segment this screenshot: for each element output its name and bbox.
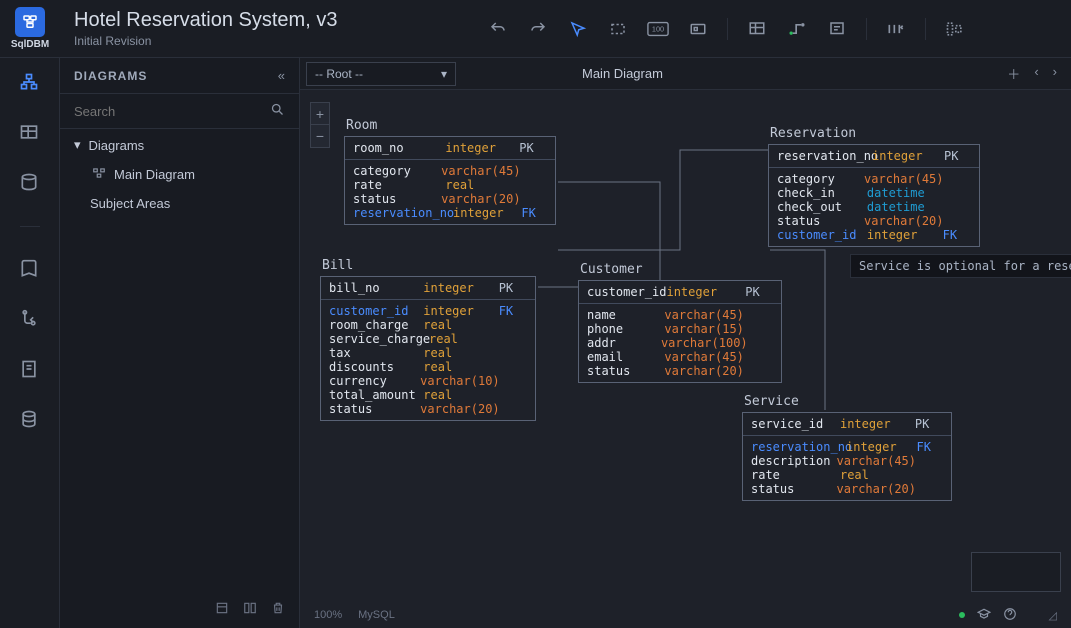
zoom-100-icon[interactable]: 100	[647, 18, 669, 40]
brand-label: SqlDBM	[11, 39, 49, 50]
add-table-icon[interactable]	[746, 18, 768, 40]
resize-handle-icon[interactable]: ◿	[1049, 609, 1057, 622]
zoom-in-button[interactable]: +	[311, 103, 329, 125]
collapse-sidebar-icon[interactable]: «	[278, 68, 285, 83]
table-name: Reservation	[768, 126, 980, 141]
next-tab-icon[interactable]: ›	[1053, 64, 1057, 83]
table-name: Service	[742, 394, 952, 409]
add-tab-icon[interactable]: ＋	[1007, 64, 1020, 83]
table-row: status varchar(20)	[587, 364, 773, 378]
table-row: service_charge real	[329, 332, 527, 346]
undo-icon[interactable]	[487, 18, 509, 40]
table-row: check_out datetime	[777, 200, 971, 214]
tree-root-diagrams[interactable]: ▾ Diagrams	[74, 137, 285, 153]
note-icon[interactable]	[826, 18, 848, 40]
tree-item-label: Main Diagram	[114, 167, 195, 182]
table-row: phone varchar(15)	[587, 322, 773, 336]
svg-text:100: 100	[652, 24, 664, 33]
tree-item-main-diagram[interactable]: Main Diagram	[74, 167, 285, 182]
graduation-icon[interactable]	[977, 607, 991, 624]
relationship-tooltip: Service is optional for a reservati	[850, 254, 1071, 278]
nav-tables-icon[interactable]	[19, 122, 41, 144]
table-row: status varchar(20)	[329, 402, 527, 416]
table-row: customer_id integer PK	[587, 285, 773, 299]
table-row: tax real	[329, 346, 527, 360]
table-customer[interactable]: Customer customer_id integer PK name var…	[578, 262, 782, 383]
zoom-out-button[interactable]: −	[311, 125, 329, 147]
tab-main-diagram[interactable]: Main Diagram	[462, 66, 843, 81]
nav-docs-icon[interactable]	[19, 259, 41, 281]
table-row: reservation_no integer PK	[777, 149, 971, 163]
table-row: customer_id integer FK	[329, 304, 527, 318]
root-dropdown-label: -- Root --	[315, 67, 363, 81]
chevron-down-icon: ▾	[74, 137, 81, 153]
table-row: category varchar(45)	[353, 164, 547, 178]
logo-icon	[15, 7, 45, 37]
table-bill[interactable]: Bill bill_no integer PK customer_id inte…	[320, 258, 536, 421]
table-row: discounts real	[329, 360, 527, 374]
view-options-icon[interactable]	[885, 18, 907, 40]
tree-root-label: Diagrams	[89, 138, 145, 153]
table-row: status varchar(20)	[751, 482, 943, 496]
search-input[interactable]	[74, 104, 244, 119]
sb-footer-icon-1[interactable]	[215, 601, 229, 618]
sb-footer-icon-2[interactable]	[243, 601, 257, 618]
table-row: status varchar(20)	[353, 192, 547, 206]
nav-export-icon[interactable]	[19, 359, 41, 381]
table-row: addr varchar(100)	[587, 336, 773, 350]
table-row: room_charge real	[329, 318, 527, 332]
table-reservation[interactable]: Reservation reservation_no integer PK ca…	[768, 126, 980, 247]
table-row: bill_no integer PK	[329, 281, 527, 295]
table-row: check_in datetime	[777, 186, 971, 200]
table-service[interactable]: Service service_id integer PK reservatio…	[742, 394, 952, 501]
search-icon[interactable]	[270, 102, 285, 120]
table-row: room_no integer PK	[353, 141, 547, 155]
table-row: name varchar(45)	[587, 308, 773, 322]
nav-database2-icon[interactable]	[19, 409, 41, 431]
nav-git-icon[interactable]	[19, 309, 41, 331]
prev-tab-icon[interactable]: ‹	[1034, 64, 1038, 83]
table-row: reservation_no integer FK	[751, 440, 943, 454]
status-dot-icon	[959, 612, 965, 618]
table-row: total_amount real	[329, 388, 527, 402]
sidebar-header: DIAGRAMS	[74, 69, 147, 83]
table-row: reservation_no integer FK	[353, 206, 547, 220]
table-row: category varchar(45)	[777, 172, 971, 186]
tree-subject-label: Subject Areas	[90, 196, 170, 211]
project-title: Hotel Reservation System, v3	[74, 9, 337, 32]
table-name: Customer	[578, 262, 782, 277]
table-row: currency varchar(10)	[329, 374, 527, 388]
diagram-item-icon	[92, 167, 106, 182]
app-logo[interactable]: SqlDBM	[0, 7, 60, 50]
table-row: description varchar(45)	[751, 454, 943, 468]
table-row: service_id integer PK	[751, 417, 943, 431]
pointer-icon[interactable]	[567, 18, 589, 40]
relationship-icon[interactable]	[786, 18, 808, 40]
sb-footer-delete-icon[interactable]	[271, 601, 285, 618]
table-room[interactable]: Room room_no integer PK category varchar…	[344, 118, 556, 225]
table-row: customer_id integer FK	[777, 228, 971, 242]
root-dropdown[interactable]: -- Root -- ▾	[306, 62, 456, 86]
align-icon[interactable]	[944, 18, 966, 40]
table-row: rate real	[353, 178, 547, 192]
table-name: Bill	[320, 258, 536, 273]
revision-label: Initial Revision	[74, 34, 337, 48]
tree-subject-areas[interactable]: Subject Areas	[74, 196, 285, 211]
minimap[interactable]	[971, 552, 1061, 592]
table-name: Room	[344, 118, 556, 133]
marquee-icon[interactable]	[607, 18, 629, 40]
table-row: rate real	[751, 468, 943, 482]
fit-screen-icon[interactable]	[687, 18, 709, 40]
redo-icon[interactable]	[527, 18, 549, 40]
sql-dialect: MySQL	[358, 609, 395, 621]
table-row: email varchar(45)	[587, 350, 773, 364]
chevron-down-icon: ▾	[441, 67, 447, 81]
nav-diagram-icon[interactable]	[19, 72, 41, 94]
table-row: status varchar(20)	[777, 214, 971, 228]
zoom-level: 100%	[314, 609, 342, 621]
nav-database-icon[interactable]	[19, 172, 41, 194]
help-icon[interactable]	[1003, 607, 1017, 624]
